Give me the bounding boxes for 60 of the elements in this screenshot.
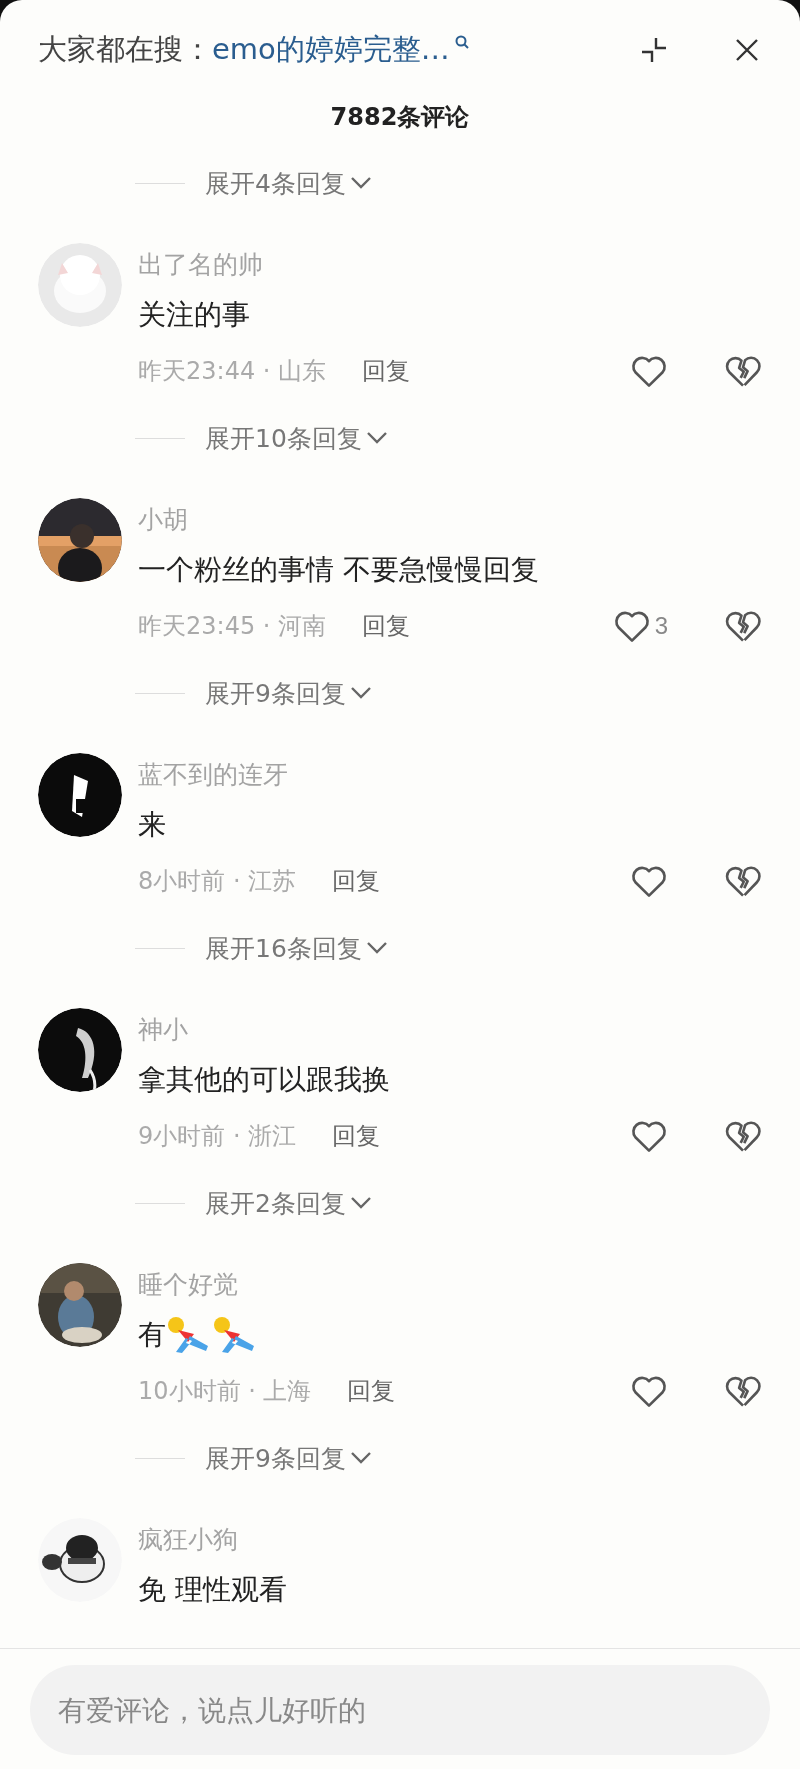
comment-meta: 昨天23:45 · 河南	[138, 611, 327, 642]
comment-text: 一个粉丝的事情 不要急慢慢回复	[138, 552, 539, 588]
username: 出了名的帅	[138, 249, 263, 281]
trending-label: 大家都在搜：	[38, 31, 212, 68]
comment-meta: 10小时前 · 上海	[138, 1376, 312, 1407]
comment-text: 关注的事	[138, 297, 250, 333]
reply-button[interactable]: 回复	[332, 865, 381, 897]
dislike-button[interactable]	[724, 1119, 762, 1153]
expand-replies-button[interactable]: 展开16条回复	[205, 931, 388, 965]
like-button[interactable]	[630, 1374, 668, 1408]
chevron-down-icon	[349, 1196, 372, 1210]
reply-button[interactable]: 回复	[347, 1375, 396, 1407]
comment-meta: 8小时前 · 江苏	[138, 866, 297, 897]
chevron-down-icon	[349, 176, 372, 190]
expand-replies-button[interactable]: 展开9条回复	[205, 676, 372, 710]
like-button[interactable]	[630, 354, 668, 388]
expand-replies-button[interactable]: 展开4条回复	[205, 166, 372, 200]
broken-heart-icon	[724, 354, 762, 388]
expand-replies-button[interactable]: 展开9条回复	[205, 1441, 372, 1475]
comment-text: 免 理性观看	[138, 1572, 287, 1608]
username: 神小	[138, 1014, 188, 1046]
chevron-down-icon	[365, 941, 388, 955]
broken-heart-icon	[724, 609, 762, 643]
heart-icon	[630, 1374, 668, 1408]
reply-button[interactable]: 回复	[362, 610, 411, 642]
chevron-down-icon	[365, 431, 388, 445]
comments-count-title: 7882条评论	[330, 102, 470, 133]
expand-replies-button[interactable]: 展开2条回复	[205, 1186, 372, 1220]
like-button[interactable]: 3	[612, 609, 668, 643]
heart-icon	[630, 864, 668, 898]
broken-heart-icon	[724, 1374, 762, 1408]
comment-meta: 昨天23:44 · 山东	[138, 356, 327, 387]
dislike-button[interactable]	[724, 354, 762, 388]
chevron-down-icon	[349, 686, 372, 700]
dislike-button[interactable]	[724, 864, 762, 898]
chevron-down-icon	[349, 1451, 372, 1465]
username: 蓝不到的连牙	[138, 759, 288, 791]
heart-icon	[630, 354, 668, 388]
comment-text: 来	[138, 807, 166, 843]
dislike-button[interactable]	[724, 1374, 762, 1408]
comment-input[interactable]: 有爱评论，说点儿好听的	[30, 1665, 770, 1755]
like-button[interactable]	[630, 1119, 668, 1153]
expand-replies-button[interactable]: 展开10条回复	[205, 421, 388, 455]
search-icon	[453, 34, 470, 50]
broken-heart-icon	[724, 864, 762, 898]
search-query-link[interactable]: emo的婷婷完整…	[212, 30, 450, 70]
comment-text: 拿其他的可以跟我换	[138, 1062, 390, 1098]
broken-heart-icon	[724, 1119, 762, 1153]
comment-text: 有	[138, 1317, 166, 1353]
username: 小胡	[138, 504, 188, 536]
like-count: 3	[654, 612, 668, 640]
reply-button[interactable]: 回复	[362, 355, 411, 387]
heart-icon	[612, 609, 651, 643]
like-button[interactable]	[630, 864, 668, 898]
username: 疯狂小狗	[138, 1524, 238, 1556]
comment-meta: 9小时前 · 浙江	[138, 1121, 297, 1152]
reply-button[interactable]: 回复	[332, 1120, 381, 1152]
username: 睡个好觉	[138, 1269, 238, 1301]
heart-icon	[630, 1119, 668, 1153]
dislike-button[interactable]	[724, 609, 762, 643]
